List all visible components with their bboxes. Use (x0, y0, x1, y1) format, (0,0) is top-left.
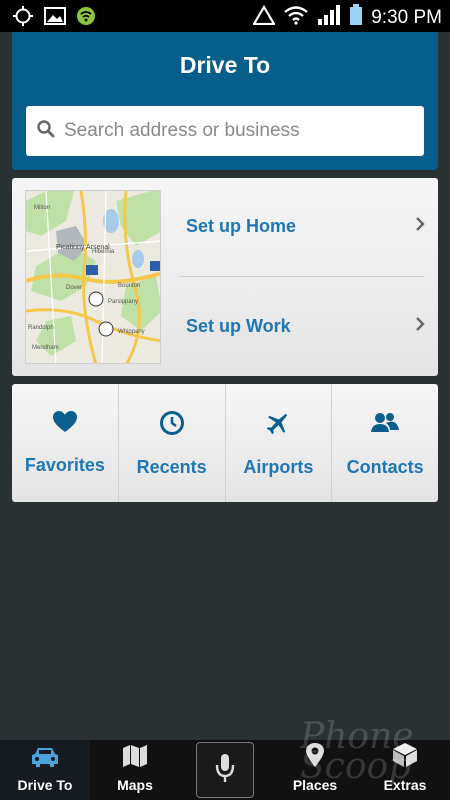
search-input[interactable]: Search address or business (26, 106, 424, 156)
set-up-home-button[interactable]: Set up Home (186, 196, 426, 256)
clock-icon (159, 410, 185, 441)
setup-card: Milton Picatinny Arsenal Hibernia Boonto… (12, 178, 438, 376)
contacts-button[interactable]: Contacts (332, 384, 438, 502)
nav-drive-to-label: Drive To (17, 777, 73, 793)
microphone-icon (215, 753, 235, 788)
recents-button[interactable]: Recents (119, 384, 226, 502)
search-icon (36, 119, 56, 144)
drive-to-header: Drive To Search address or business (12, 32, 438, 170)
chevron-right-icon (414, 216, 426, 237)
nav-drive-to[interactable]: Drive To (0, 740, 90, 800)
search-placeholder: Search address or business (64, 120, 300, 141)
wifi-icon (283, 5, 309, 30)
set-up-work-button[interactable]: Set up Work (186, 296, 426, 356)
contacts-label: Contacts (346, 457, 424, 477)
page-title: Drive To (179, 52, 271, 78)
contacts-icon (371, 410, 400, 441)
clock-time: 9:30 PM (371, 6, 442, 28)
nav-maps-label: Maps (117, 777, 153, 793)
watermark: Phone Scoop (300, 716, 414, 787)
airports-label: Airports (243, 457, 314, 477)
map-label: Whippany (118, 329, 145, 335)
wifi-badge-icon (76, 6, 96, 31)
set-up-work-label: Set up Work (186, 315, 291, 336)
triangle-alert-icon (252, 4, 277, 30)
nav-voice (180, 740, 270, 800)
map-label: Milton (34, 205, 50, 211)
map-label: Dover (66, 285, 82, 291)
voice-search-button[interactable] (196, 742, 254, 798)
map-label: Randolph (28, 325, 54, 331)
favorites-button[interactable]: Favorites (12, 384, 119, 502)
battery-icon (349, 4, 363, 31)
map-thumbnail[interactable]: Milton Picatinny Arsenal Hibernia Boonto… (25, 190, 161, 364)
category-card: Favorites Recents Airports Contacts (12, 384, 438, 502)
car-icon (30, 746, 60, 773)
map-label: Mendham (32, 345, 59, 351)
recents-label: Recents (136, 457, 207, 477)
heart-icon (52, 410, 78, 439)
map-label: Boonton (118, 283, 140, 289)
gps-icon (12, 5, 34, 32)
status-bar: 9:30 PM (0, 0, 450, 32)
favorites-label: Favorites (24, 455, 105, 475)
chevron-right-icon (414, 316, 426, 337)
image-icon (44, 6, 66, 31)
signal-icon (317, 4, 341, 31)
map-icon (122, 744, 148, 773)
divider (180, 276, 424, 277)
set-up-home-label: Set up Home (186, 215, 297, 236)
map-label: Parsippany (108, 299, 138, 305)
airports-button[interactable]: Airports (226, 384, 333, 502)
map-label: Hibernia (92, 249, 115, 255)
nav-maps[interactable]: Maps (90, 740, 180, 800)
airplane-icon (265, 410, 291, 441)
